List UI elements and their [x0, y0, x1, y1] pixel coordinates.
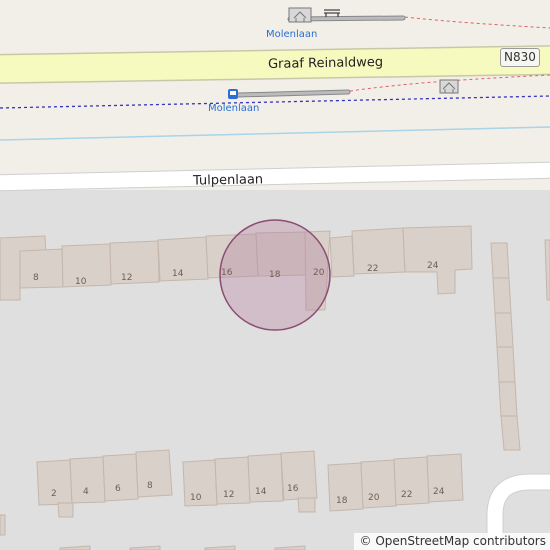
house-number: 16	[221, 268, 233, 278]
house-number: 22	[401, 490, 413, 500]
bus-stop-icon	[228, 89, 238, 99]
side-street-label: Tulpenlaan	[192, 172, 264, 189]
map-view[interactable]: Molenlaan Graaf Reinaldweg N830 Molenlaa…	[0, 0, 550, 550]
house-number: 22	[367, 264, 379, 274]
house-number: 14	[172, 269, 184, 279]
house-number: 18	[269, 270, 281, 280]
house-number: 12	[121, 273, 133, 283]
house-number: 24	[433, 487, 445, 497]
house-number: 4	[83, 487, 89, 497]
house-number: 10	[75, 277, 87, 287]
house-number: 8	[33, 273, 39, 283]
bus-stop-label-north: Molenlaan	[266, 29, 318, 40]
house-number: 10	[190, 493, 202, 503]
house-number: 20	[313, 268, 325, 278]
house-number: 2	[51, 489, 57, 499]
attribution-link[interactable]: © OpenStreetMap contributors	[353, 533, 550, 550]
house-number: 8	[147, 481, 153, 491]
house-number: 16	[287, 484, 299, 494]
route-shield: N830	[500, 48, 540, 67]
house-number: 14	[255, 487, 267, 497]
house-number: 20	[368, 493, 380, 503]
house-number: 24	[427, 261, 439, 271]
main-road-label: Graaf Reinaldweg	[267, 54, 384, 73]
house-number: 6	[115, 484, 121, 494]
house-number: 12	[223, 490, 235, 500]
house-number: 18	[336, 496, 348, 506]
bus-stop-label-south: Molenlaan	[208, 103, 260, 114]
